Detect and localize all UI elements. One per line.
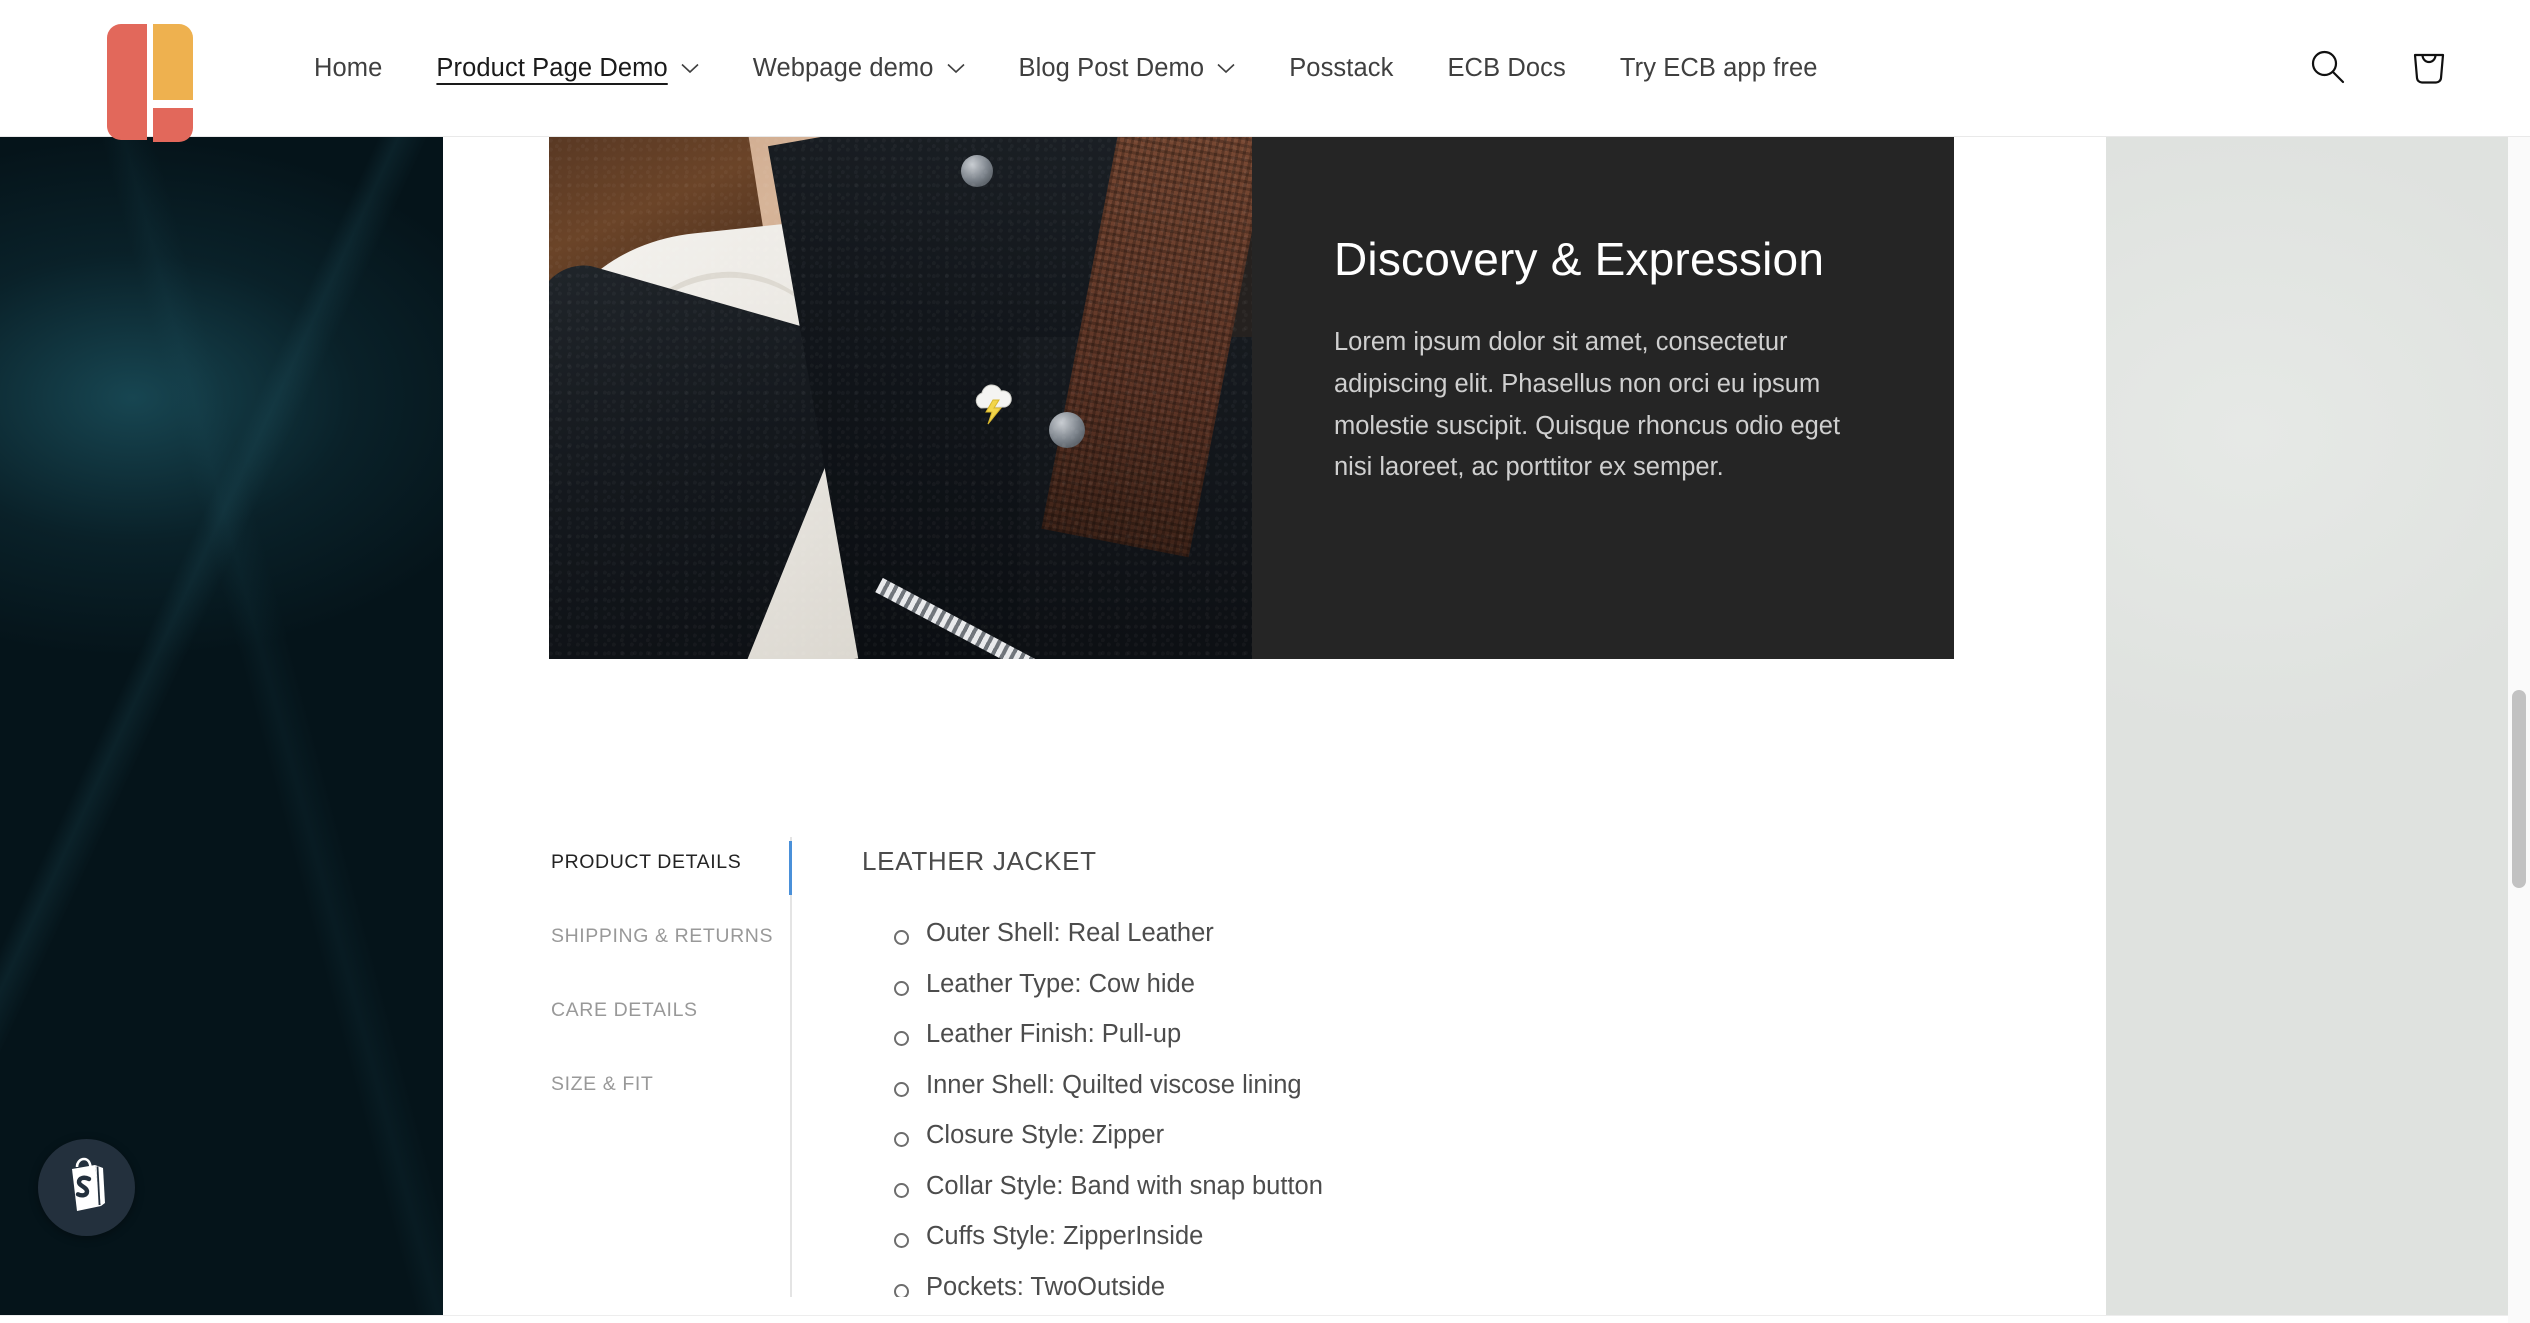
list-item: Collar Style: Band with snap button bbox=[890, 1173, 1954, 1200]
logo-tile-bottom-right bbox=[153, 108, 193, 142]
list-item: Closure Style: Zipper bbox=[890, 1122, 1954, 1149]
list-item: Outer Shell: Real Leather bbox=[890, 920, 1954, 947]
list-item: Leather Type: Cow hide bbox=[890, 971, 1954, 998]
product-spec-list: Outer Shell: Real Leather Leather Type: … bbox=[862, 920, 1954, 1297]
tab-care-details[interactable]: CARE DETAILS bbox=[549, 985, 790, 1036]
nav-item-posstack[interactable]: Posstack bbox=[1262, 33, 1420, 103]
hero-body-text: Lorem ipsum dolor sit amet, consectetur … bbox=[1334, 327, 1841, 482]
list-item: Inner Shell: Quilted viscose lining bbox=[890, 1072, 1954, 1099]
nav-item-try-ecb-app-free[interactable]: Try ECB app free bbox=[1593, 33, 1845, 103]
nav-item-blog-post-demo[interactable]: Blog Post Demo bbox=[992, 33, 1263, 103]
nav-item-product-page-demo[interactable]: Product Page Demo bbox=[409, 33, 725, 103]
site-logo[interactable] bbox=[107, 24, 195, 142]
hero-title: Discovery & Expression bbox=[1334, 233, 1825, 285]
shopping-bag-icon bbox=[2408, 46, 2450, 91]
list-item: Pockets: TwoOutside bbox=[890, 1274, 1954, 1297]
ecb-logo-icon bbox=[107, 24, 195, 142]
shopify-badge-button[interactable] bbox=[38, 1139, 135, 1236]
vertical-scrollbar-thumb[interactable] bbox=[2512, 690, 2526, 888]
logo-tile-left bbox=[107, 62, 147, 140]
product-tab-panel: LEATHER JACKET Outer Shell: Real Leather… bbox=[792, 837, 1954, 1297]
hero-banner: Discovery & Expression Lorem ipsum dolor… bbox=[549, 137, 1954, 659]
search-button[interactable] bbox=[2305, 46, 2351, 92]
page-backdrop-right bbox=[2064, 137, 2530, 1323]
header-actions bbox=[2305, 0, 2452, 137]
tab-size-and-fit[interactable]: SIZE & FIT bbox=[549, 1059, 790, 1110]
nav-label: Webpage demo bbox=[752, 53, 934, 82]
hero-image-layer bbox=[549, 137, 1252, 659]
site-header: Home Product Page Demo Webpage demo Blog… bbox=[0, 0, 2530, 142]
product-tab-list: PRODUCT DETAILS SHIPPING & RETURNS CARE … bbox=[549, 837, 792, 1297]
hero-image bbox=[549, 137, 1252, 659]
nav-label: Product Page Demo bbox=[436, 53, 668, 82]
browser-viewport: Home Product Page Demo Webpage demo Blog… bbox=[0, 0, 2530, 1323]
nav-item-webpage-demo[interactable]: Webpage demo bbox=[726, 33, 992, 103]
nav-label: Home bbox=[314, 53, 383, 82]
panel-title: LEATHER JACKET bbox=[862, 846, 1097, 876]
chevron-down-icon bbox=[946, 63, 965, 74]
nav-label: Try ECB app free bbox=[1619, 53, 1818, 82]
hero-text-block: Discovery & Expression Lorem ipsum dolor… bbox=[1252, 137, 1954, 659]
list-item: Cuffs Style: ZipperInside bbox=[890, 1223, 1954, 1250]
chevron-down-icon bbox=[681, 63, 699, 74]
tab-shipping-and-returns[interactable]: SHIPPING & RETURNS bbox=[549, 911, 790, 962]
main-navigation: Home Product Page Demo Webpage demo Blog… bbox=[287, 33, 1845, 103]
cart-button[interactable] bbox=[2406, 46, 2452, 92]
tab-product-details[interactable]: PRODUCT DETAILS bbox=[549, 837, 790, 888]
logo-tile-top-left bbox=[107, 24, 147, 62]
nav-item-home[interactable]: Home bbox=[287, 33, 409, 103]
nav-label: Blog Post Demo bbox=[1018, 53, 1205, 82]
search-icon bbox=[2307, 46, 2349, 91]
active-tab-indicator bbox=[789, 841, 792, 895]
logo-tile-right bbox=[153, 24, 193, 100]
page-content: Discovery & Expression Lorem ipsum dolor… bbox=[443, 137, 2064, 1297]
page-bottom-edge bbox=[0, 1315, 2530, 1323]
list-item: Leather Finish: Pull-up bbox=[890, 1021, 1954, 1048]
shopify-bag-icon bbox=[59, 1156, 115, 1219]
nav-item-ecb-docs[interactable]: ECB Docs bbox=[1420, 33, 1592, 103]
nav-label: Posstack bbox=[1289, 53, 1394, 82]
nav-label: ECB Docs bbox=[1447, 53, 1566, 82]
chevron-down-icon bbox=[1217, 63, 1235, 74]
product-details-section: PRODUCT DETAILS SHIPPING & RETURNS CARE … bbox=[549, 837, 1954, 1297]
